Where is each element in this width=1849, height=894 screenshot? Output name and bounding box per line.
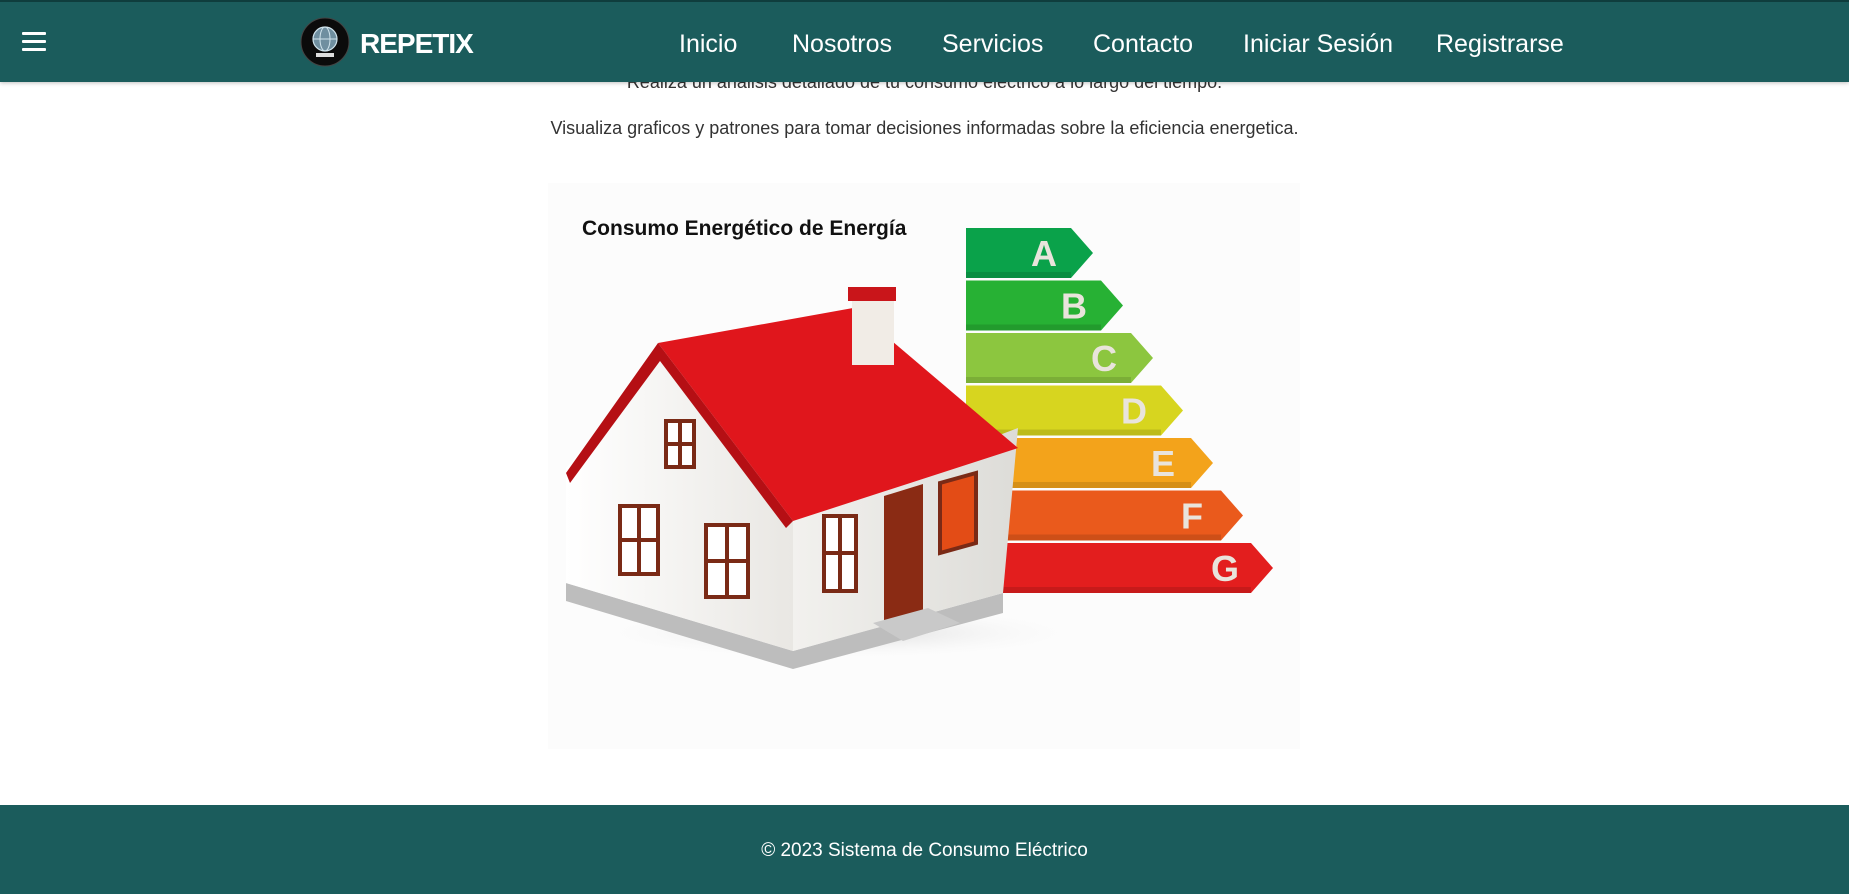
nav-link-inicio[interactable]: Inicio [679, 28, 737, 60]
energy-rating-letter-e: E [1151, 443, 1175, 484]
nav-link-servicios[interactable]: Servicios [942, 28, 1043, 60]
description-text: Visualiza graficos y patrones para tomar… [550, 118, 1299, 138]
brand-name[interactable]: REPETIX [360, 27, 474, 61]
nav-link-nosotros[interactable]: Nosotros [792, 28, 892, 60]
nav-link-registrarse[interactable]: Registrarse [1436, 28, 1564, 60]
energy-rating-bar-b [966, 280, 1123, 331]
energy-rating-bar-shade [966, 587, 1251, 593]
top-navbar: REPETIX Inicio Nosotros Servicios Contac… [0, 0, 1849, 82]
nav-link-iniciar-sesion[interactable]: Iniciar Sesión [1243, 28, 1393, 60]
energy-rating-bar-a [966, 228, 1093, 278]
energy-rating-letter-a: A [1031, 233, 1057, 274]
energy-rating-letter-g: G [1211, 548, 1239, 589]
energy-rating-letter-c: C [1091, 338, 1117, 379]
energy-rating-letter-f: F [1181, 496, 1203, 537]
energy-rating-bar-d [966, 385, 1183, 436]
illustration-title: Consumo Energético de Energía [582, 217, 907, 240]
site-footer: © 2023 Sistema de Consumo Eléctrico [0, 805, 1849, 894]
energy-rating-letter-b: B [1061, 286, 1087, 327]
energy-rating-illustration: Consumo Energético de Energía ABCDEFG [548, 183, 1300, 749]
hamburger-menu-icon[interactable] [22, 32, 46, 52]
energy-rating-letter-d: D [1121, 391, 1147, 432]
globe-logo-icon[interactable] [300, 17, 350, 67]
nav-link-contacto[interactable]: Contacto [1093, 28, 1193, 60]
energy-rating-bar-c [966, 333, 1153, 383]
footer-copyright: © 2023 Sistema de Consumo Eléctrico [761, 840, 1088, 861]
